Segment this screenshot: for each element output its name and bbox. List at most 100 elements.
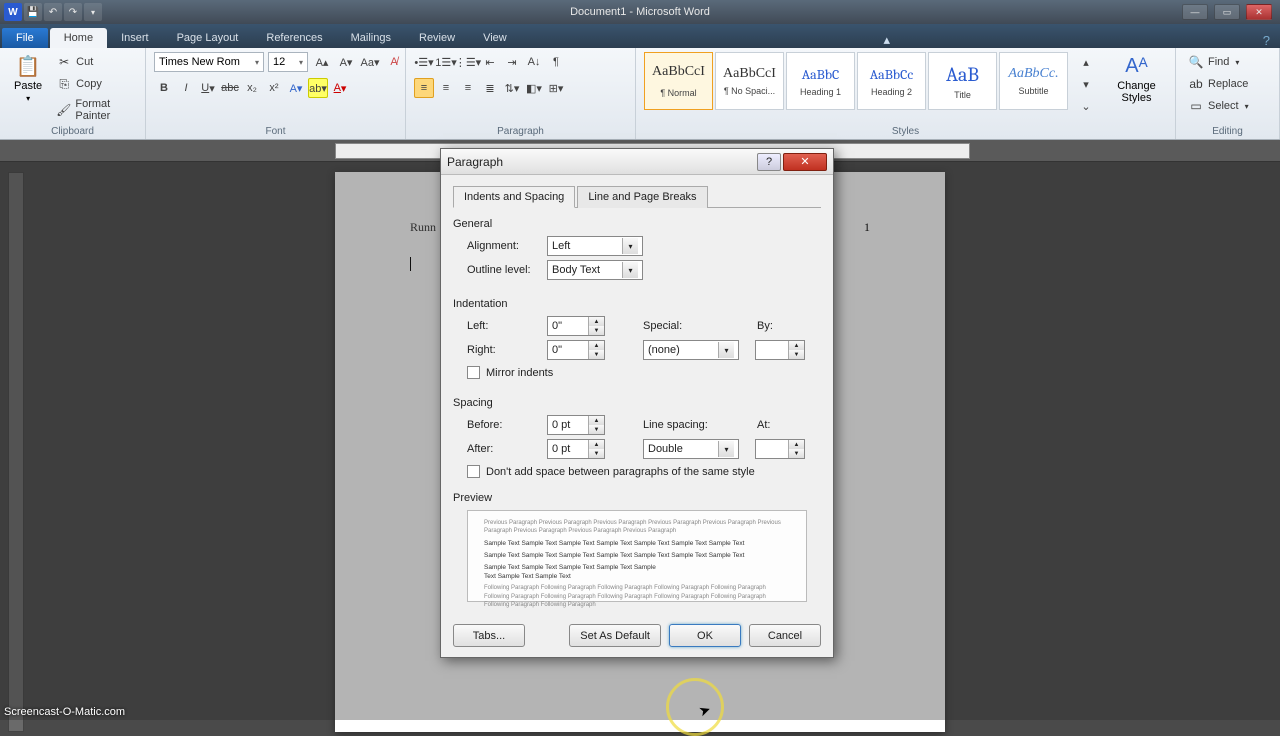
tab-line-page-breaks[interactable]: Line and Page Breaks (577, 186, 707, 208)
increase-indent-icon[interactable]: ⇥ (502, 52, 522, 72)
text-effects-icon[interactable]: A▾ (286, 78, 306, 98)
close-button[interactable]: ✕ (1246, 4, 1272, 20)
font-name-select[interactable]: Times New Rom▾ (154, 52, 264, 72)
tab-view[interactable]: View (469, 28, 521, 48)
style-heading2[interactable]: AaBbCcHeading 2 (857, 52, 926, 110)
qat-customize-icon[interactable]: ▾ (84, 3, 102, 21)
special-combo[interactable]: (none)▾ (643, 340, 739, 360)
decrease-indent-icon[interactable]: ⇤ (480, 52, 500, 72)
cut-button[interactable]: ✂Cut (52, 52, 137, 72)
indent-left-label: Left: (467, 320, 539, 332)
subscript-icon[interactable]: x₂ (242, 78, 262, 98)
justify-icon[interactable]: ≣ (480, 78, 500, 98)
indent-left-spin[interactable]: 0"▲▼ (547, 316, 605, 336)
dialog-titlebar[interactable]: Paragraph ? ✕ (441, 149, 833, 175)
style-subtitle[interactable]: AaBbCc.Subtitle (999, 52, 1068, 110)
multilevel-icon[interactable]: ⋮☰▾ (458, 52, 478, 72)
style-normal[interactable]: AaBbCcI¶ Normal (644, 52, 713, 110)
ok-button[interactable]: OK (669, 624, 741, 647)
gallery-up-icon[interactable]: ▴ (1076, 52, 1096, 72)
tab-insert[interactable]: Insert (107, 28, 163, 48)
paste-button[interactable]: 📋 Paste ▾ (8, 52, 48, 105)
line-spacing-label: Line spacing: (643, 419, 717, 431)
at-spin[interactable]: ▲▼ (755, 439, 805, 459)
preview-heading: Preview (453, 492, 821, 504)
alignment-label: Alignment: (467, 240, 539, 252)
checkbox-icon (467, 366, 480, 379)
paste-icon: 📋 (16, 54, 40, 78)
clipboard-label: Clipboard (0, 126, 145, 137)
select-button[interactable]: ▭Select▾ (1184, 96, 1253, 116)
shading-icon[interactable]: ◧▾ (524, 78, 544, 98)
format-painter-button[interactable]: 🖌Format Painter (52, 96, 137, 124)
help-icon[interactable]: ? (1253, 33, 1280, 48)
strike-icon[interactable]: abc (220, 78, 240, 98)
minimize-button[interactable]: — (1182, 4, 1208, 20)
indent-right-spin[interactable]: 0"▲▼ (547, 340, 605, 360)
style-heading1[interactable]: AaBbCHeading 1 (786, 52, 855, 110)
gallery-down-icon[interactable]: ▾ (1076, 74, 1096, 94)
ribbon-minimize-icon[interactable]: ▴ (873, 32, 900, 48)
italic-icon[interactable]: I (176, 78, 196, 98)
set-default-button[interactable]: Set As Default (569, 624, 661, 647)
outline-combo[interactable]: Body Text▾ (547, 260, 643, 280)
redo-icon[interactable]: ↷ (64, 3, 82, 21)
no-space-same-style-check[interactable]: Don't add space between paragraphs of th… (467, 465, 821, 478)
bold-icon[interactable]: B (154, 78, 174, 98)
show-marks-icon[interactable]: ¶ (546, 52, 566, 72)
after-spin[interactable]: 0 pt▲▼ (547, 439, 605, 459)
dialog-help-button[interactable]: ? (757, 153, 781, 171)
tab-home[interactable]: Home (50, 28, 107, 48)
style-gallery[interactable]: AaBbCcI¶ Normal AaBbCcI¶ No Spaci... AaB… (644, 52, 1068, 110)
borders-icon[interactable]: ⊞▾ (546, 78, 566, 98)
undo-icon[interactable]: ↶ (44, 3, 62, 21)
shrink-font-icon[interactable]: A▾ (336, 52, 356, 72)
indentation-heading: Indentation (453, 298, 821, 310)
find-button[interactable]: 🔍Find▾ (1184, 52, 1253, 72)
bullets-icon[interactable]: •☰▾ (414, 52, 434, 72)
change-case-icon[interactable]: Aa▾ (360, 52, 380, 72)
sort-icon[interactable]: A↓ (524, 52, 544, 72)
replace-button[interactable]: abReplace (1184, 74, 1253, 94)
style-nospacing[interactable]: AaBbCcI¶ No Spaci... (715, 52, 784, 110)
maximize-button[interactable]: ▭ (1214, 4, 1240, 20)
tab-page-layout[interactable]: Page Layout (163, 28, 253, 48)
change-styles-button[interactable]: Aᴬ Change Styles (1106, 52, 1167, 106)
align-right-icon[interactable]: ≡ (458, 78, 478, 98)
cancel-button[interactable]: Cancel (749, 624, 821, 647)
editing-label: Editing (1176, 126, 1279, 137)
highlight-icon[interactable]: ab▾ (308, 78, 328, 98)
gallery-more-icon[interactable]: ⌄ (1076, 96, 1096, 116)
watermark: Screencast-O-Matic.com (4, 706, 125, 718)
numbering-icon[interactable]: 1☰▾ (436, 52, 456, 72)
dialog-close-button[interactable]: ✕ (783, 153, 827, 171)
special-label: Special: (643, 320, 693, 332)
line-spacing-icon[interactable]: ⇅▾ (502, 78, 522, 98)
line-spacing-combo[interactable]: Double▾ (643, 439, 739, 459)
file-tab[interactable]: File (2, 28, 48, 48)
font-color-icon[interactable]: A▾ (330, 78, 350, 98)
by-spin[interactable]: ▲▼ (755, 340, 805, 360)
before-label: Before: (467, 419, 539, 431)
find-icon: 🔍 (1188, 54, 1204, 70)
copy-button[interactable]: ⎘Copy (52, 74, 137, 94)
tab-references[interactable]: References (252, 28, 336, 48)
alignment-combo[interactable]: Left▾ (547, 236, 643, 256)
at-label: At: (757, 419, 787, 431)
replace-icon: ab (1188, 76, 1204, 92)
mirror-indents-check[interactable]: Mirror indents (467, 366, 821, 379)
align-center-icon[interactable]: ≡ (436, 78, 456, 98)
grow-font-icon[interactable]: A▴ (312, 52, 332, 72)
tabs-button[interactable]: Tabs... (453, 624, 525, 647)
align-left-icon[interactable]: ≡ (414, 78, 434, 98)
superscript-icon[interactable]: x² (264, 78, 284, 98)
underline-icon[interactable]: U▾ (198, 78, 218, 98)
before-spin[interactable]: 0 pt▲▼ (547, 415, 605, 435)
clear-format-icon[interactable]: A̸ (384, 52, 404, 72)
save-icon[interactable]: 💾 (24, 3, 42, 21)
tab-indents-spacing[interactable]: Indents and Spacing (453, 186, 575, 208)
font-size-select[interactable]: 12▾ (268, 52, 308, 72)
tab-review[interactable]: Review (405, 28, 469, 48)
tab-mailings[interactable]: Mailings (337, 28, 405, 48)
style-title[interactable]: AaBTitle (928, 52, 997, 110)
